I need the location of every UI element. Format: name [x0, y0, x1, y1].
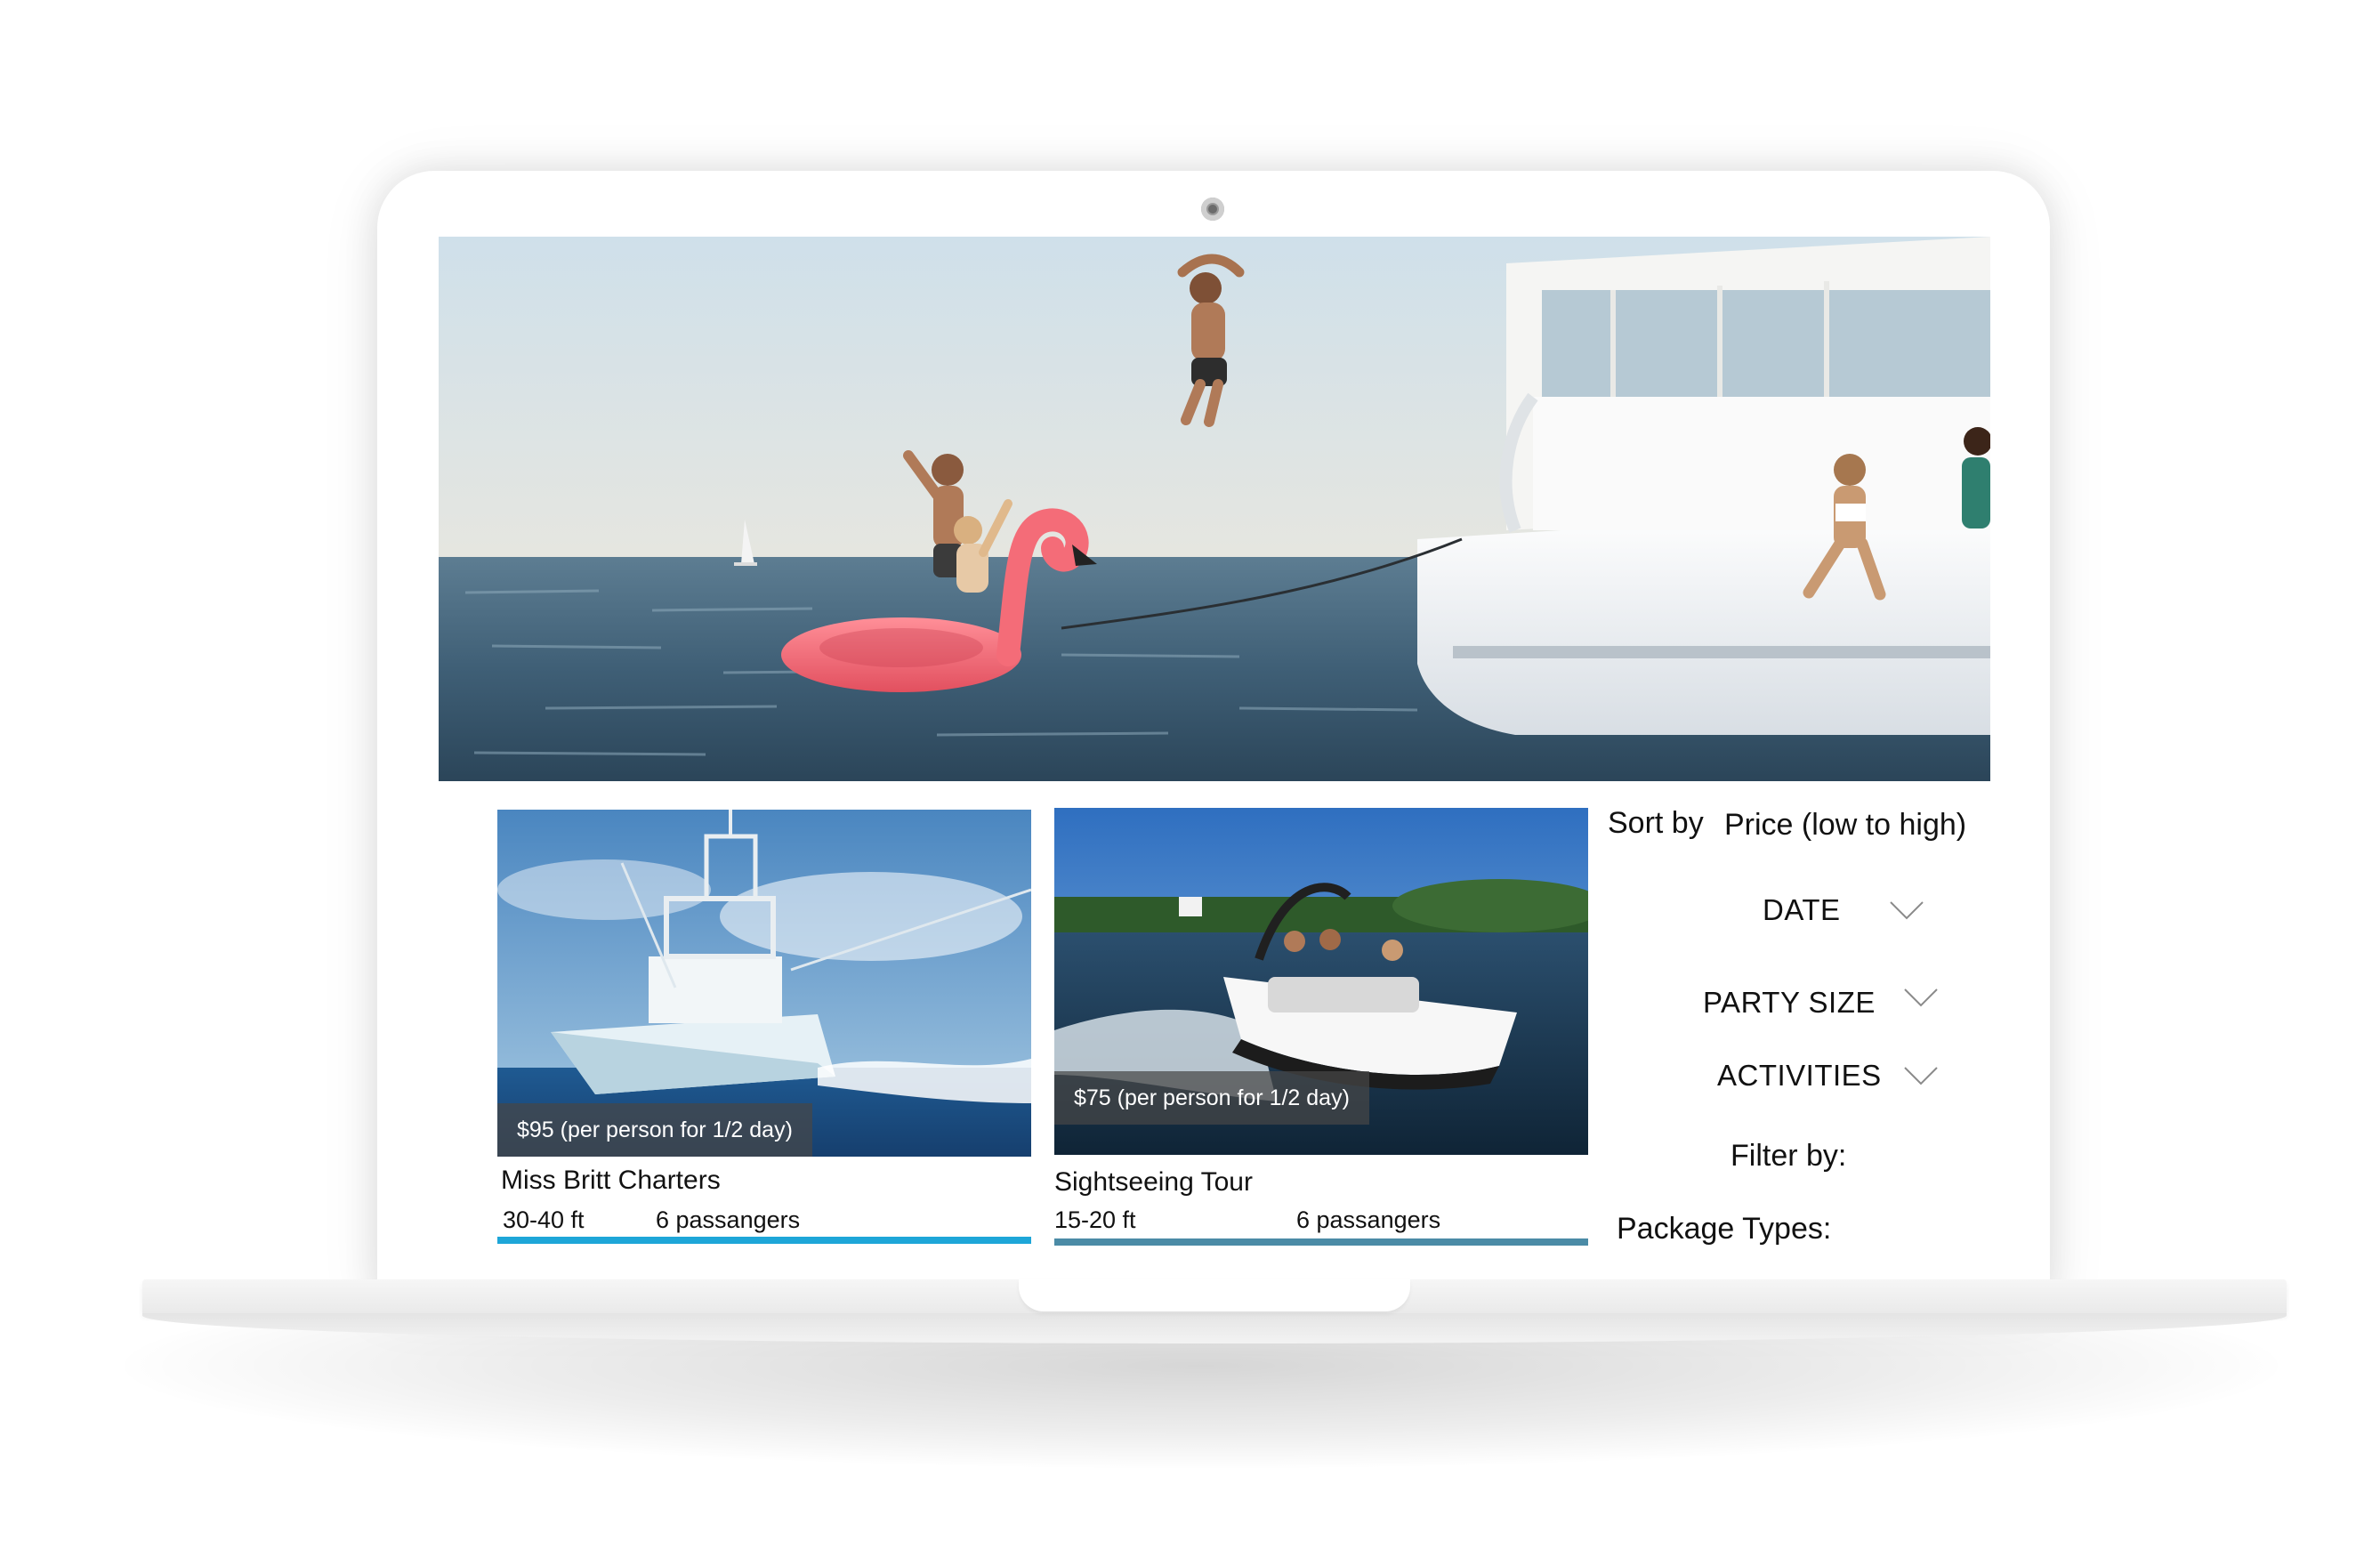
listing-card[interactable]: $95 (per person for 1/2 day) Miss Britt …: [497, 810, 1031, 1244]
card-accent-bar: [1054, 1238, 1588, 1246]
activities-filter-button[interactable]: ACTIVITIES: [1717, 1059, 1882, 1093]
listing-title[interactable]: Miss Britt Charters: [501, 1166, 721, 1196]
hero-image: [439, 237, 1990, 781]
listing-passengers: 6 passangers: [1296, 1206, 1441, 1233]
listing-passengers: 6 passangers: [656, 1206, 801, 1233]
listing-length: 30-40 ft: [503, 1206, 585, 1233]
party-size-filter-button[interactable]: PARTY SIZE: [1703, 986, 1876, 1020]
card-accent-bar: [497, 1237, 1031, 1244]
chevron-down-icon[interactable]: [1903, 988, 1939, 1009]
listing-title[interactable]: Sightseeing Tour: [1054, 1167, 1253, 1198]
listing-length: 15-20 ft: [1054, 1206, 1136, 1233]
laptop-notch: [1019, 1279, 1410, 1311]
sort-label: Sort by: [1608, 806, 1704, 840]
price-tag: $95 (per person for 1/2 day): [497, 1103, 812, 1157]
listing-photo[interactable]: $75 (per person for 1/2 day): [1054, 808, 1588, 1155]
chevron-down-icon[interactable]: [1903, 1066, 1939, 1087]
filter-by-label: Filter by:: [1731, 1139, 1847, 1173]
app-viewport: $95 (per person for 1/2 day) Miss Britt …: [439, 237, 1990, 1279]
listing-card[interactable]: $75 (per person for 1/2 day) Sightseeing…: [1054, 808, 1588, 1246]
price-tag: $75 (per person for 1/2 day): [1054, 1071, 1369, 1125]
sort-select[interactable]: Price (low to high): [1724, 808, 1966, 843]
listing-photo[interactable]: $95 (per person for 1/2 day): [497, 810, 1031, 1157]
device-mockup: $95 (per person for 1/2 day) Miss Britt …: [0, 0, 2380, 1549]
webcam-icon: [1201, 198, 1224, 221]
chevron-down-icon[interactable]: [1889, 900, 1924, 922]
date-filter-button[interactable]: DATE: [1763, 893, 1841, 927]
package-types-label: Package Types:: [1617, 1212, 1832, 1246]
